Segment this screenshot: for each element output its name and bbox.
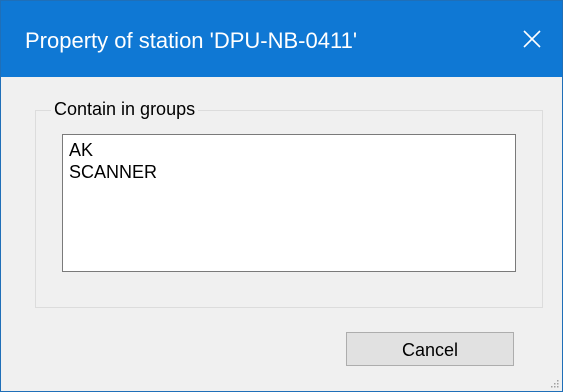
window-title: Property of station 'DPU-NB-0411': [25, 28, 358, 53]
resize-grip-icon[interactable]: [549, 378, 559, 388]
property-dialog: Property of station 'DPU-NB-0411' Contai…: [0, 0, 563, 392]
close-button[interactable]: [502, 1, 562, 77]
list-item[interactable]: AK: [63, 139, 515, 161]
title-bar[interactable]: Property of station 'DPU-NB-0411': [1, 1, 562, 77]
close-icon: [523, 30, 541, 48]
groups-listbox[interactable]: AK SCANNER: [62, 134, 516, 272]
cancel-button[interactable]: Cancel: [346, 332, 514, 366]
list-item[interactable]: SCANNER: [63, 161, 515, 183]
groups-groupbox-label: Contain in groups: [51, 98, 199, 120]
